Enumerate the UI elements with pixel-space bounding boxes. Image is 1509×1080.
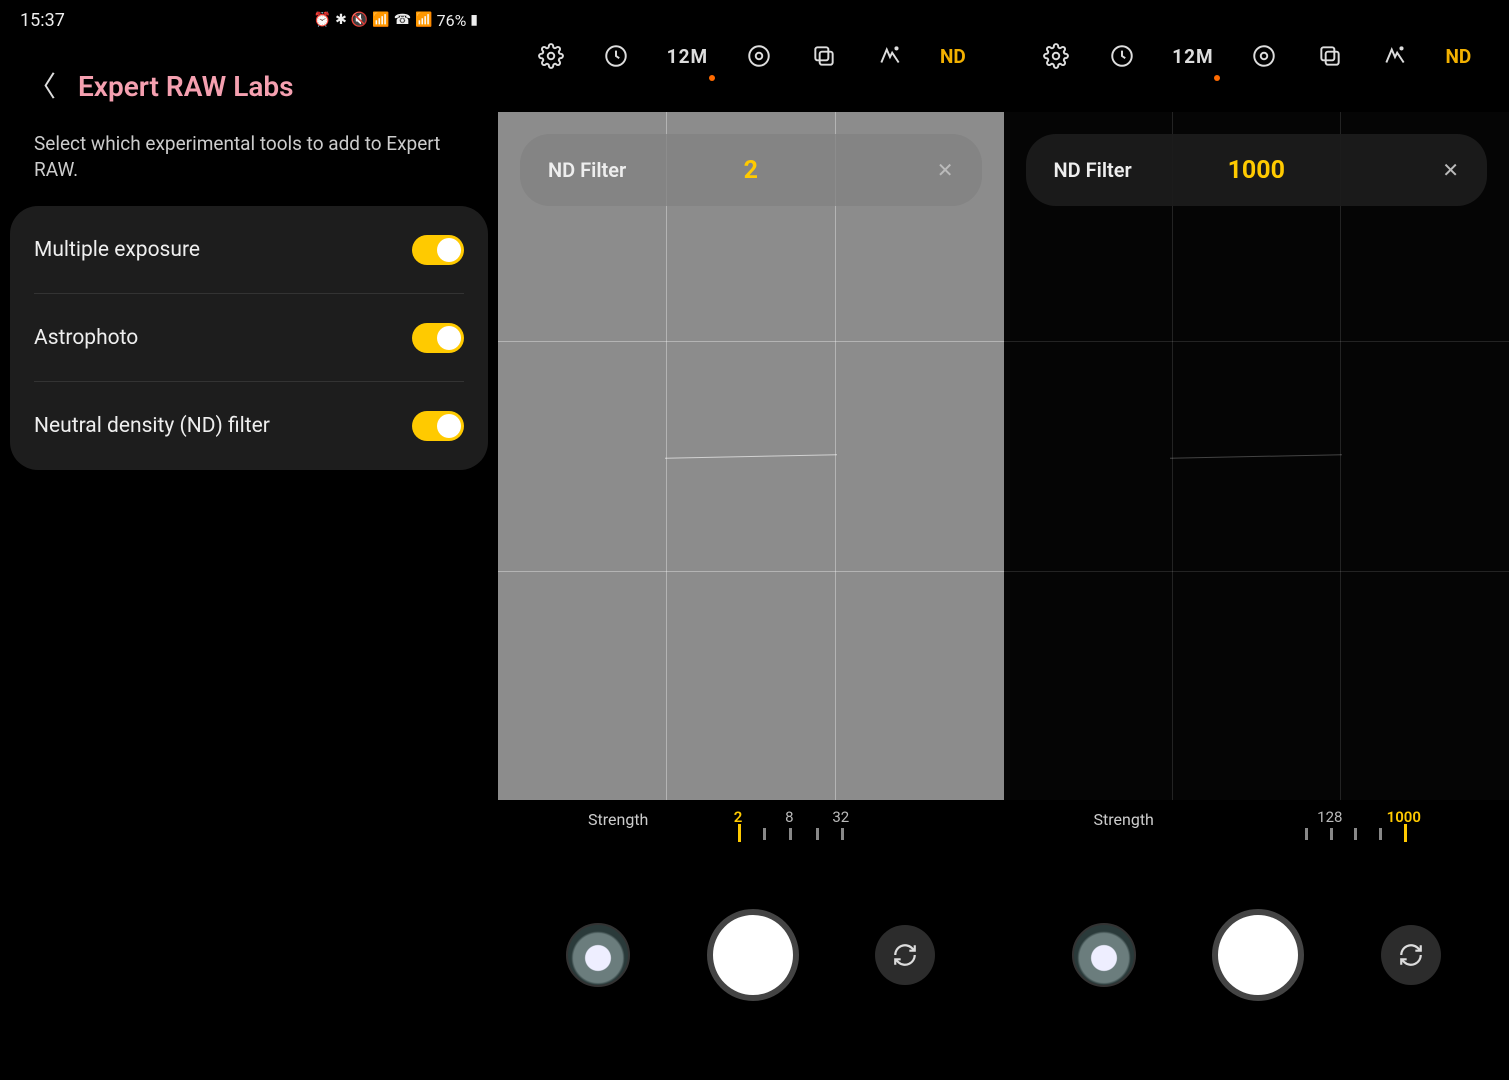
tick-mark xyxy=(763,828,766,840)
option-multiple-exposure[interactable]: Multiple exposure xyxy=(34,206,464,294)
tick-mark xyxy=(789,828,792,840)
resolution-button[interactable]: 12M xyxy=(1172,45,1213,68)
shutter-row xyxy=(1004,860,1509,1080)
grid-line xyxy=(666,112,667,800)
strength-ticks: 128 1000 xyxy=(1244,808,1450,848)
volte-icon: ☎ xyxy=(394,12,411,28)
resolution-button[interactable]: 12M xyxy=(667,45,708,68)
tick-mark xyxy=(1330,828,1333,840)
alarm-icon: ⏰ xyxy=(314,12,331,28)
viewfinder[interactable]: ND Filter 2 ✕ xyxy=(498,112,1004,800)
close-icon[interactable]: ✕ xyxy=(1442,158,1459,182)
tick-mark xyxy=(738,824,741,842)
grid-line xyxy=(1172,112,1173,800)
shutter-button[interactable] xyxy=(1212,909,1304,1001)
camera-topbar: 12M ND xyxy=(498,0,1004,112)
signal-icon: 📶 xyxy=(415,12,432,28)
wifi-icon: 📶 xyxy=(372,12,389,28)
settings-icon[interactable] xyxy=(536,41,566,71)
grid-line xyxy=(835,112,836,800)
labs-header: 〈 Expert RAW Labs xyxy=(0,40,498,121)
nd-banner-label: ND Filter xyxy=(548,158,626,182)
bluetooth-icon: ✱ xyxy=(335,12,347,28)
tick-mark xyxy=(816,828,819,840)
strength-ticks: 2 8 32 xyxy=(738,808,944,848)
toggle-switch[interactable] xyxy=(412,323,464,353)
nd-button[interactable]: ND xyxy=(1445,45,1471,68)
labs-description: Select which experimental tools to add t… xyxy=(0,121,498,206)
option-nd-filter[interactable]: Neutral density (ND) filter xyxy=(34,382,464,470)
nd-button[interactable]: ND xyxy=(940,45,966,68)
switch-camera-button[interactable] xyxy=(1381,925,1441,985)
tick-mark xyxy=(1404,824,1407,842)
horizon-indicator xyxy=(1170,454,1342,459)
tick-label: 128 xyxy=(1317,808,1342,826)
strength-label: Strength xyxy=(588,810,648,829)
resolution-label: 12M xyxy=(1172,45,1213,68)
multi-exposure-icon[interactable] xyxy=(809,41,839,71)
strength-slider[interactable]: Strength 128 1000 xyxy=(1004,800,1509,860)
tick-label: 8 xyxy=(785,808,793,826)
toggle-switch[interactable] xyxy=(412,235,464,265)
close-icon[interactable]: ✕ xyxy=(937,158,954,182)
option-astrophoto[interactable]: Astrophoto xyxy=(34,294,464,382)
labs-options-card: Multiple exposure Astrophoto Neutral den… xyxy=(10,206,488,470)
grid-line xyxy=(1004,571,1509,572)
gallery-thumbnail[interactable] xyxy=(566,923,630,987)
option-label: Astrophoto xyxy=(34,326,138,350)
grid-line xyxy=(498,571,1004,572)
viewfinder[interactable]: ND Filter 1000 ✕ xyxy=(1004,112,1509,800)
camera-controls: Strength 128 1000 xyxy=(1004,800,1509,1080)
shutter-button[interactable] xyxy=(707,909,799,1001)
labs-settings-screen: 15:37 ⏰ ✱ 🔇 📶 ☎ 📶 76% ▮ 〈 Expert RAW Lab… xyxy=(0,0,498,1080)
camera-screen-nd1000: 12M ND ND Filter 1000 ✕ Strength xyxy=(1004,0,1509,1080)
option-label: Neutral density (ND) filter xyxy=(34,414,270,438)
notification-dot xyxy=(1214,75,1220,81)
nd-banner-value: 2 xyxy=(744,156,758,185)
battery-icon: ▮ xyxy=(470,12,478,28)
camera-topbar: 12M ND xyxy=(1004,0,1509,112)
status-bar: 15:37 ⏰ ✱ 🔇 📶 ☎ 📶 76% ▮ xyxy=(0,0,498,40)
camera-screen-nd2: 12M ND ND Filter 2 ✕ Strength 2 xyxy=(498,0,1004,1080)
tick-mark xyxy=(1354,828,1357,840)
shutter-row xyxy=(498,860,1004,1080)
horizon-indicator xyxy=(665,454,837,459)
switch-camera-button[interactable] xyxy=(875,925,935,985)
multi-exposure-icon[interactable] xyxy=(1315,41,1345,71)
nd-banner-label: ND Filter xyxy=(1054,158,1132,182)
status-time: 15:37 xyxy=(20,10,65,31)
resolution-label: 12M xyxy=(667,45,708,68)
format-icon[interactable] xyxy=(744,41,774,71)
gallery-thumbnail[interactable] xyxy=(1072,923,1136,987)
timer-icon[interactable] xyxy=(601,41,631,71)
timer-icon[interactable] xyxy=(1107,41,1137,71)
tick-mark xyxy=(841,828,844,840)
notification-dot xyxy=(709,75,715,81)
settings-icon[interactable] xyxy=(1041,41,1071,71)
back-button[interactable]: 〈 xyxy=(28,73,56,101)
battery-text: 76% xyxy=(437,11,467,30)
strength-slider[interactable]: Strength 2 8 32 xyxy=(498,800,1004,860)
nd-filter-banner: ND Filter 2 ✕ xyxy=(520,134,982,206)
tick-mark xyxy=(1379,828,1382,840)
mute-icon: 🔇 xyxy=(351,12,368,28)
status-icons: ⏰ ✱ 🔇 📶 ☎ 📶 76% ▮ xyxy=(314,11,478,30)
nd-banner-value: 1000 xyxy=(1228,156,1285,185)
grid-line xyxy=(1004,341,1509,342)
tick-label: 32 xyxy=(832,808,849,826)
grid-line xyxy=(498,341,1004,342)
option-label: Multiple exposure xyxy=(34,238,200,262)
page-title: Expert RAW Labs xyxy=(78,70,294,103)
strength-label: Strength xyxy=(1094,810,1154,829)
astrophoto-icon[interactable] xyxy=(875,41,905,71)
format-icon[interactable] xyxy=(1249,41,1279,71)
tick-mark xyxy=(1305,828,1308,840)
grid-line xyxy=(1340,112,1341,800)
astrophoto-icon[interactable] xyxy=(1380,41,1410,71)
camera-controls: Strength 2 8 32 xyxy=(498,800,1004,1080)
toggle-switch[interactable] xyxy=(412,411,464,441)
nd-filter-banner: ND Filter 1000 ✕ xyxy=(1026,134,1488,206)
